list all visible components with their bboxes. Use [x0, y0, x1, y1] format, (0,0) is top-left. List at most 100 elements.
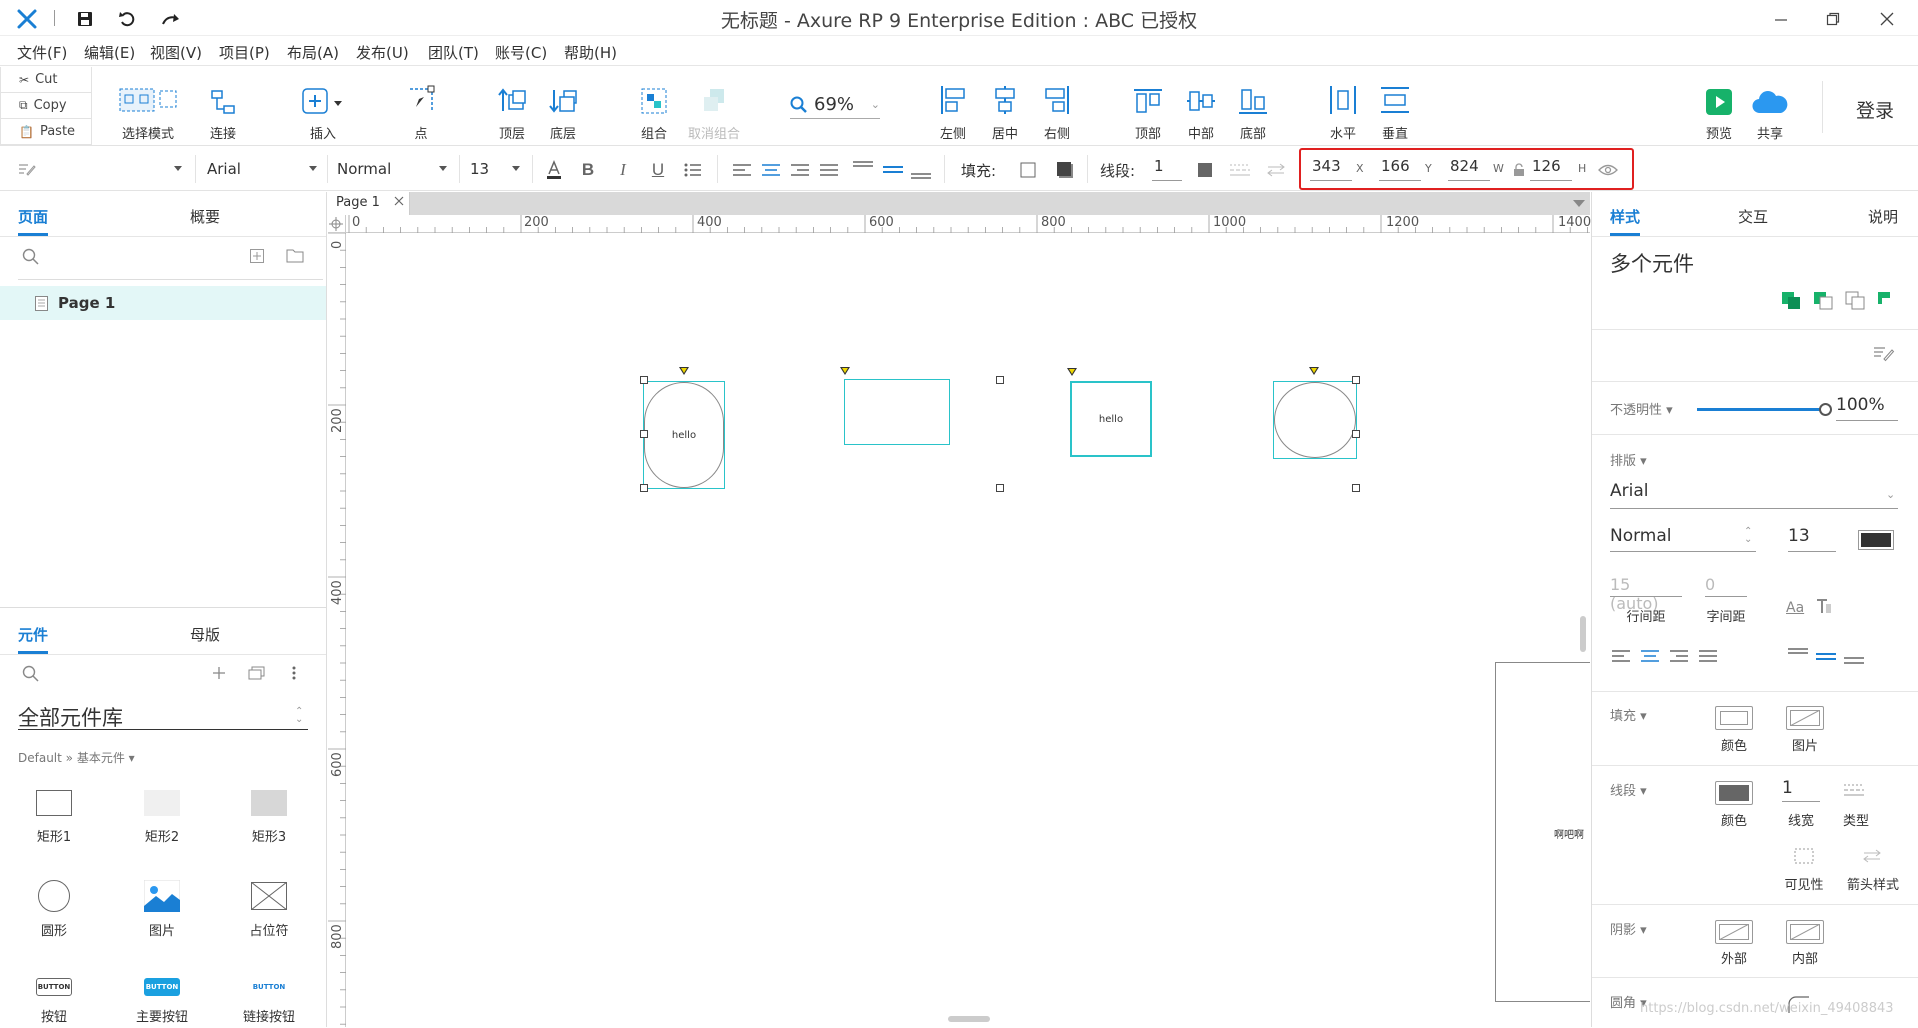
menu-help[interactable]: 帮助(H) — [564, 42, 617, 63]
widget-button[interactable]: BUTTON 按钮 — [18, 978, 90, 1028]
valign-bottom-icon[interactable] — [1844, 654, 1864, 666]
italic-icon[interactable]: I — [612, 159, 634, 181]
menu-layout[interactable]: 布局(A) — [287, 42, 339, 63]
style-select[interactable] — [18, 156, 186, 182]
align-text-justify-icon[interactable] — [818, 159, 840, 181]
fill-image-icon[interactable] — [1786, 706, 1824, 730]
font-weight-select[interactable]: Normal — [337, 156, 451, 182]
send-back-button[interactable]: 底层 — [528, 81, 598, 143]
valign-middle-icon[interactable] — [1816, 652, 1836, 662]
zoom-select[interactable]: 69% ⌄ — [790, 91, 880, 119]
font-family-select[interactable]: Arial — [1610, 481, 1898, 509]
resize-handle[interactable] — [996, 484, 1004, 492]
resize-handle[interactable] — [996, 376, 1004, 384]
library-search-icon[interactable] — [22, 665, 40, 683]
ruler-origin[interactable] — [328, 215, 346, 233]
tab-widgets[interactable]: 元件 — [18, 624, 48, 645]
widget-primary-button[interactable]: BUTTON 主要按钮 — [126, 978, 198, 1028]
vertical-scrollbar[interactable] — [1580, 616, 1586, 652]
page-list-item[interactable]: Page 1 — [0, 286, 326, 320]
widget-circle[interactable]: 圆形 — [18, 880, 90, 960]
paste-button[interactable]: 📋 Paste — [0, 119, 92, 145]
x-input[interactable]: 343 — [1310, 155, 1352, 181]
menu-team[interactable]: 团队(T) — [428, 42, 479, 63]
font-size-input[interactable]: 13 — [1788, 526, 1836, 552]
resize-handle[interactable] — [640, 430, 648, 438]
align-text-right-icon[interactable] — [789, 159, 811, 181]
text-color-icon[interactable] — [543, 159, 565, 181]
cut-button[interactable]: ✂ Cut — [0, 67, 92, 93]
widget-rect1[interactable]: 矩形1 — [18, 790, 90, 870]
widget-image[interactable]: 图片 — [126, 880, 198, 960]
shadow-inner-icon[interactable] — [1786, 920, 1824, 944]
line-color-swatch[interactable] — [1715, 781, 1753, 805]
align-text-right-icon[interactable] — [1670, 650, 1688, 662]
widget-rect2[interactable]: 矩形2 — [126, 790, 198, 870]
arrow-style-icon[interactable] — [1265, 159, 1287, 181]
close-icon[interactable] — [1872, 6, 1902, 32]
char-spacing-input[interactable]: 0 — [1705, 575, 1747, 597]
lock-icon[interactable] — [1508, 159, 1530, 181]
select-mode-button[interactable]: 选择模式 — [113, 81, 183, 143]
align-text-center-icon[interactable] — [760, 159, 782, 181]
tab-outline[interactable]: 概要 — [190, 206, 220, 227]
y-input[interactable]: 166 — [1379, 155, 1421, 181]
bullet-list-icon[interactable] — [682, 159, 704, 181]
shadow-outer-icon[interactable] — [1715, 920, 1753, 944]
font-color-swatch[interactable] — [1858, 530, 1894, 550]
valign-bottom-icon[interactable] — [910, 163, 932, 185]
menu-account[interactable]: 账号(C) — [495, 42, 547, 63]
style-icons[interactable] — [1782, 290, 1892, 310]
tab-masters[interactable]: 母版 — [190, 624, 220, 645]
distribute-vertical-button[interactable]: 垂直 — [1360, 81, 1430, 143]
align-right-button[interactable]: 右侧 — [1022, 81, 1092, 143]
opacity-input[interactable]: 100% — [1836, 395, 1898, 421]
resize-handle[interactable] — [1352, 430, 1360, 438]
font-size-select[interactable]: 13 — [470, 156, 524, 182]
point-button[interactable]: 点 — [386, 81, 456, 143]
ungroup-button[interactable]: 取消组合 — [679, 81, 749, 143]
login-button[interactable]: 登录 — [1856, 96, 1894, 123]
tab-pages[interactable]: 页面 — [18, 206, 48, 227]
menu-edit[interactable]: 编辑(E) — [84, 42, 135, 63]
line-pattern-icon[interactable] — [1229, 159, 1251, 181]
insert-button[interactable]: 插入 — [288, 81, 358, 143]
align-bottom-button[interactable]: 底部 — [1218, 81, 1288, 143]
add-page-icon[interactable] — [250, 249, 264, 263]
selected-shape-3[interactable]: hello — [1070, 381, 1152, 457]
resize-handle[interactable] — [640, 376, 648, 384]
tab-dropdown-icon[interactable] — [1573, 200, 1585, 207]
opacity-slider[interactable] — [1697, 408, 1825, 411]
bold-icon[interactable]: B — [577, 159, 599, 181]
tab-style[interactable]: 样式 — [1610, 206, 1640, 227]
line-width-input[interactable]: 1 — [1152, 155, 1182, 181]
connect-button[interactable]: 连接 — [188, 81, 258, 143]
arrow-style-icon[interactable] — [1862, 849, 1882, 863]
width-input[interactable]: 824 — [1448, 155, 1490, 181]
menu-project[interactable]: 项目(P) — [219, 42, 270, 63]
eye-icon[interactable] — [1597, 159, 1619, 181]
menu-publish[interactable]: 发布(U) — [356, 42, 409, 63]
resize-handle[interactable] — [640, 484, 648, 492]
fill-color-swatch[interactable] — [1017, 159, 1039, 181]
add-folder-icon[interactable] — [286, 248, 304, 263]
pages-search-icon[interactable] — [22, 248, 40, 266]
font-family-select[interactable]: Arial — [207, 156, 321, 182]
library-breadcrumb[interactable]: Default » 基本元件 ▾ — [18, 749, 135, 766]
opacity-slider-knob[interactable] — [1819, 403, 1832, 416]
line-spacing-input[interactable]: 15 (auto) — [1610, 575, 1682, 613]
library-stack-icon[interactable] — [248, 666, 266, 680]
close-tab-icon[interactable] — [394, 196, 404, 206]
menu-view[interactable]: 视图(V) — [150, 42, 202, 63]
copy-button[interactable]: ⧉ Copy — [0, 93, 92, 119]
tab-interactions[interactable]: 交互 — [1738, 206, 1768, 227]
valign-top-icon[interactable] — [852, 155, 874, 177]
fill-color-swatch[interactable] — [1715, 706, 1753, 730]
more-vertical-icon[interactable] — [292, 666, 296, 680]
align-text-left-icon[interactable] — [731, 159, 753, 181]
visibility-icon[interactable] — [1794, 848, 1814, 864]
library-select[interactable]: 全部元件库 — [18, 702, 308, 730]
share-button[interactable]: 共享 — [1735, 81, 1805, 143]
text-style-icon[interactable] — [1816, 598, 1832, 614]
horizontal-scrollbar[interactable] — [948, 1016, 990, 1022]
